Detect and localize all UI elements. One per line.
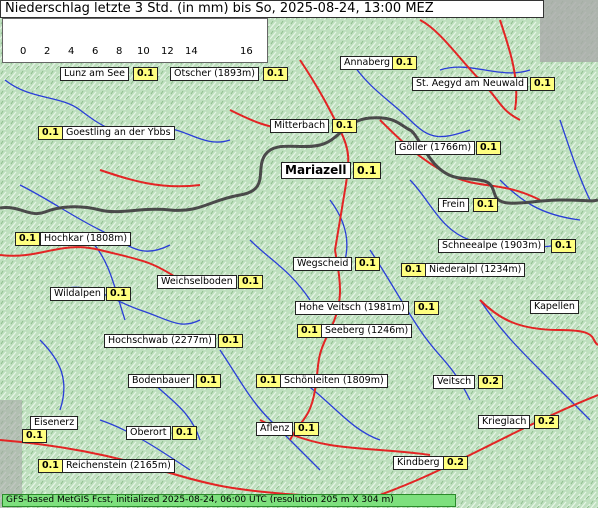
precip-value: 0.1 — [297, 324, 322, 338]
no-data-area — [540, 0, 598, 62]
legend-tick: 4 — [68, 46, 75, 57]
legend-tick: 8 — [116, 46, 123, 57]
place-label: Frein — [438, 198, 469, 212]
place-label: Hochschwab (2277m) — [104, 334, 216, 348]
forecast-credit: GFS-based MetGIS Fcst, initialized 2025-… — [2, 494, 456, 507]
place-label: Goestling an der Ybbs — [62, 126, 175, 140]
legend-tick: 12 — [161, 46, 174, 57]
place-label: Wildalpen — [50, 287, 105, 301]
precip-value: 0.2 — [478, 375, 503, 389]
place-label: Kindberg — [393, 456, 444, 470]
legend-tick: 16 — [240, 46, 253, 57]
place-label: Reichenstein (2165m) — [62, 459, 175, 473]
precip-value: 0.1 — [38, 126, 63, 140]
place-label: Aflenz — [256, 422, 294, 436]
precip-value: 0.1 — [294, 422, 319, 436]
place-label: St. Aegyd am Neuwald — [412, 77, 529, 91]
precip-value: 0.1 — [530, 77, 555, 91]
precip-value: 0.1 — [414, 301, 439, 315]
legend-tick: 14 — [185, 46, 198, 57]
precip-value: 0.1 — [218, 334, 243, 348]
map-title: Niederschlag letzte 3 Std. (in mm) bis S… — [0, 0, 544, 18]
place-label: Lunz am See — [60, 67, 129, 81]
precip-value: 0.1 — [263, 67, 288, 81]
precip-value: 0.1 — [476, 141, 501, 155]
precip-value: 0.2 — [443, 456, 468, 470]
place-label: Mariazell — [281, 162, 351, 179]
precip-value: 0.1 — [551, 239, 576, 253]
precip-value: 0.2 — [534, 415, 559, 429]
place-label: Schneealpe (1903m) — [438, 239, 546, 253]
place-label: Krieglach — [478, 415, 531, 429]
legend-tick: 0 — [20, 46, 27, 57]
place-label: Wegscheid — [293, 257, 353, 271]
legend-tick: 6 — [92, 46, 99, 57]
place-label: Niederalpl (1234m) — [425, 263, 526, 277]
precip-value: 0.1 — [332, 119, 357, 133]
precip-value: 0.1 — [355, 257, 380, 271]
place-label: Ötscher (1893m) — [170, 67, 260, 81]
precip-value: 0.1 — [392, 56, 417, 70]
place-label: Hochkar (1808m) — [40, 232, 132, 246]
place-label: Mitterbach — [270, 119, 330, 133]
precip-value: 0.1 — [106, 287, 131, 301]
legend-tick: 10 — [137, 46, 150, 57]
place-label: Annaberg — [340, 56, 395, 70]
precip-value: 0.1 — [353, 162, 381, 179]
place-label: Oberort — [126, 426, 171, 440]
precip-value: 0.1 — [22, 429, 47, 443]
place-label: Veitsch — [433, 375, 476, 389]
place-label: Schönleiten (1809m) — [280, 374, 388, 388]
place-label: Hohe Veitsch (1981m) — [295, 301, 409, 315]
no-data-area — [0, 400, 22, 508]
precipitation-map: Niederschlag letzte 3 Std. (in mm) bis S… — [0, 0, 598, 508]
precip-value: 0.1 — [172, 426, 197, 440]
precip-value: 0.1 — [133, 67, 158, 81]
place-label: Kapellen — [530, 300, 579, 314]
precip-value: 0.1 — [196, 374, 221, 388]
precipitation-legend: 0 2 4 6 8 10 12 14 16 — [2, 18, 268, 63]
place-label: Bodenbauer — [128, 374, 194, 388]
precip-value: 0.1 — [238, 275, 263, 289]
place-label: Weichselboden — [157, 275, 237, 289]
precip-value: 0.1 — [38, 459, 63, 473]
precip-value: 0.1 — [401, 263, 426, 277]
precip-value: 0.1 — [15, 232, 40, 246]
precip-value: 0.1 — [473, 198, 498, 212]
legend-tick: 2 — [44, 46, 51, 57]
place-label: Eisenerz — [30, 416, 79, 430]
place-label: Göller (1766m) — [395, 141, 476, 155]
precip-value: 0.1 — [256, 374, 281, 388]
place-label: Seeberg (1246m) — [321, 324, 413, 338]
